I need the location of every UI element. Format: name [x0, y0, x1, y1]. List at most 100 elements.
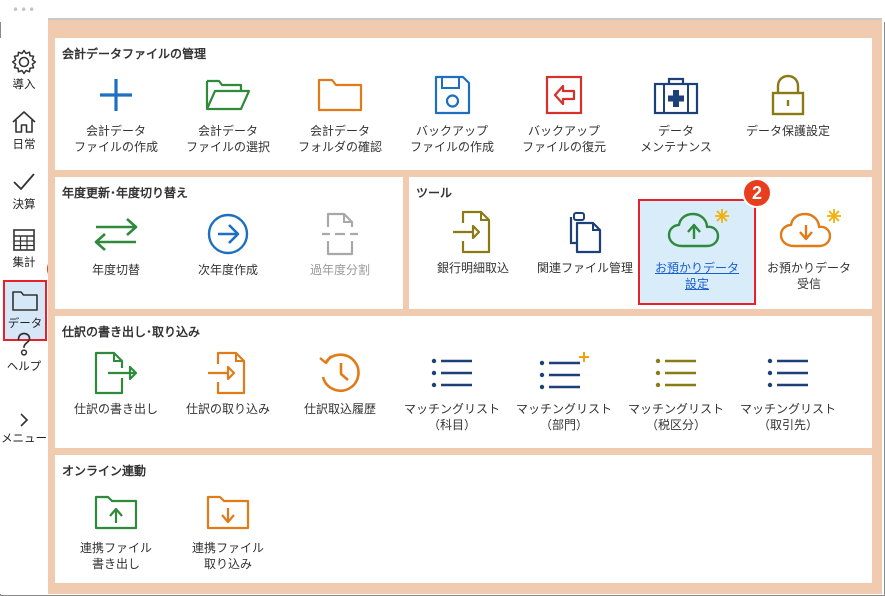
tile-label: 会計データ ファイルの選択: [185, 124, 270, 154]
sidebar-item-label: 集計: [12, 255, 36, 269]
panel-journal-import-export: 仕訳の書き出し･取り込み 仕訳の書き出し 仕訳の取り込み 仕訳取込履歴 マッチン…: [55, 316, 872, 448]
question-icon: [17, 332, 31, 356]
tile-data-maintenance[interactable]: データ メンテナンス: [622, 71, 730, 155]
tile-create-file[interactable]: 会計データ ファイルの作成: [62, 71, 170, 155]
sidebar-item-label: 日常: [12, 137, 36, 151]
tile-label: データ メンテナンス: [640, 124, 712, 154]
folder-upload-icon: [94, 495, 138, 530]
sidebar-item-label: ヘルプ: [6, 359, 42, 373]
export-document-icon: [94, 351, 138, 395]
import-document-icon: [453, 210, 491, 254]
tile-select-file[interactable]: 会計データ ファイルの選択: [174, 71, 282, 155]
circle-arrow-right-icon: [207, 213, 249, 255]
folder-icon: [317, 78, 363, 112]
tile-custody-data-settings[interactable]: お預かりデータ 設定: [643, 208, 751, 292]
tile-import-journal[interactable]: 仕訳の取り込み: [174, 349, 282, 417]
gear-icon: [11, 49, 37, 75]
tile-custody-data-receive[interactable]: お預かりデータ 受信: [755, 208, 863, 292]
import-document-icon: [208, 351, 246, 395]
tile-label: バックアップ ファイルの作成: [409, 124, 494, 154]
tile-export-journal[interactable]: 仕訳の書き出し: [62, 349, 170, 417]
tile-check-folder[interactable]: 会計データ フォルダの確認: [286, 71, 394, 155]
section-title: 会計データファイルの管理: [62, 47, 207, 61]
sidebar-item-summary[interactable]: 集計: [0, 226, 48, 269]
tile-create-backup[interactable]: バックアップ ファイルの作成: [398, 71, 506, 155]
tile-label: バックアップ ファイルの復元: [521, 124, 606, 154]
tile-import-history[interactable]: 仕訳取込履歴: [286, 349, 394, 417]
save-disk-icon: [434, 75, 471, 115]
sidebar-item-menu[interactable]: メニュー: [0, 410, 48, 445]
plus-icon: [100, 79, 132, 111]
tile-label: 会計データ フォルダの確認: [297, 124, 382, 154]
tile-label: 仕訳の書き出し: [73, 402, 158, 416]
section-title: 年度更新･年度切り替え: [62, 186, 189, 200]
tile-label: 仕訳の取り込み: [185, 402, 270, 416]
sidebar-item-closing[interactable]: 決算: [0, 168, 48, 211]
checkmark-icon: [13, 173, 35, 190]
tile-label: お預かりデータ 受信: [766, 261, 851, 291]
chevron-right-icon: [20, 413, 29, 427]
cloud-download-icon: [779, 209, 841, 248]
list-icon: [655, 358, 696, 388]
tile-matching-list-partner[interactable]: マッチングリスト （取引先）: [734, 349, 842, 433]
tile-label: 関連ファイル管理: [536, 261, 633, 275]
tile-label: 会計データ ファイルの作成: [73, 124, 158, 154]
tile-related-file-manager[interactable]: 関連ファイル管理: [531, 208, 639, 276]
tile-matching-list-account[interactable]: マッチングリスト （科目）: [398, 349, 506, 433]
drag-handle-icon[interactable]: •••: [12, 4, 36, 16]
main-content: 会計データファイルの管理 会計データ ファイルの作成 会計データ ファイルの選択 会…: [48, 18, 882, 594]
tile-create-next-year[interactable]: 次年度作成: [174, 210, 282, 278]
tile-label[interactable]: お預かりデータ 設定: [655, 260, 739, 292]
panel-file-management: 会計データファイルの管理 会計データ ファイルの作成 会計データ ファイルの選択 会…: [55, 38, 872, 170]
tile-restore-backup[interactable]: バックアップ ファイルの復元: [510, 71, 618, 155]
tile-label: マッチングリスト （取引先）: [739, 402, 836, 432]
tile-label: マッチングリスト （部門）: [515, 402, 612, 432]
open-folder-icon: [205, 79, 251, 111]
panel-online-integration: オンライン連動 連携ファイル 書き出し 連携ファイル 取り込み: [55, 455, 872, 583]
split-document-icon: [322, 212, 358, 256]
section-title: オンライン連動: [62, 464, 147, 478]
tile-label: データ保護設定: [745, 124, 830, 138]
section-title: ツール: [416, 186, 453, 200]
swap-arrows-icon: [94, 218, 138, 251]
cloud-upload-icon: [667, 209, 729, 248]
tile-label: 仕訳取込履歴: [303, 402, 376, 416]
tile-label: マッチングリスト （税区分）: [627, 402, 724, 432]
restore-arrow-icon: [545, 75, 583, 115]
section-title: 仕訳の書き出し･取り込み: [62, 325, 201, 339]
home-icon: [12, 111, 36, 133]
tile-matching-list-department[interactable]: マッチングリスト （部門）: [510, 349, 618, 433]
tile-switch-year[interactable]: 年度切替: [62, 210, 170, 278]
tile-data-protection[interactable]: データ保護設定: [734, 71, 842, 139]
tile-label: 過年度分割: [309, 263, 370, 277]
tile-label: マッチングリスト （科目）: [403, 402, 500, 432]
panel-year-switch: 年度更新･年度切り替え 年度切替 次年度作成 過年度分割: [55, 177, 403, 309]
tile-export-link-file[interactable]: 連携ファイル 書き出し: [62, 488, 170, 572]
sidebar-item-label: メニュー: [1, 431, 47, 445]
tile-label: 連携ファイル 書き出し: [79, 541, 152, 571]
table-icon: [13, 229, 35, 251]
sidebar-item-setup[interactable]: 導入: [0, 48, 48, 91]
padlock-icon: [771, 74, 805, 116]
tile-import-link-file[interactable]: 連携ファイル 取り込み: [174, 488, 282, 572]
tile-split-past-year: 過年度分割: [286, 210, 394, 278]
sidebar-item-help[interactable]: ヘルプ: [0, 330, 48, 373]
tile-bank-statement-import[interactable]: 銀行明細取込: [419, 208, 527, 276]
sidebar-item-label: データ: [7, 316, 43, 330]
list-icon: [767, 358, 808, 388]
list-new-icon: [539, 352, 589, 390]
tile-label: 連携ファイル 取り込み: [191, 541, 264, 571]
sidebar-item-label: 導入: [12, 77, 36, 91]
tile-label: 銀行明細取込: [436, 261, 509, 275]
sidebar: 導入 日常 決算 集計 データ ヘルプ メニュー: [0, 38, 48, 594]
tile-label: 次年度作成: [197, 263, 258, 277]
sidebar-item-label: 決算: [12, 197, 36, 211]
tile-matching-list-tax[interactable]: マッチングリスト （税区分）: [622, 349, 730, 433]
attached-files-icon: [569, 212, 602, 254]
sidebar-item-daily[interactable]: 日常: [0, 108, 48, 151]
step-callout-2: 2: [742, 178, 772, 208]
folder-download-icon: [206, 495, 250, 530]
list-icon: [431, 358, 472, 388]
folder-icon: [12, 291, 38, 311]
medical-kit-icon: [653, 77, 699, 115]
